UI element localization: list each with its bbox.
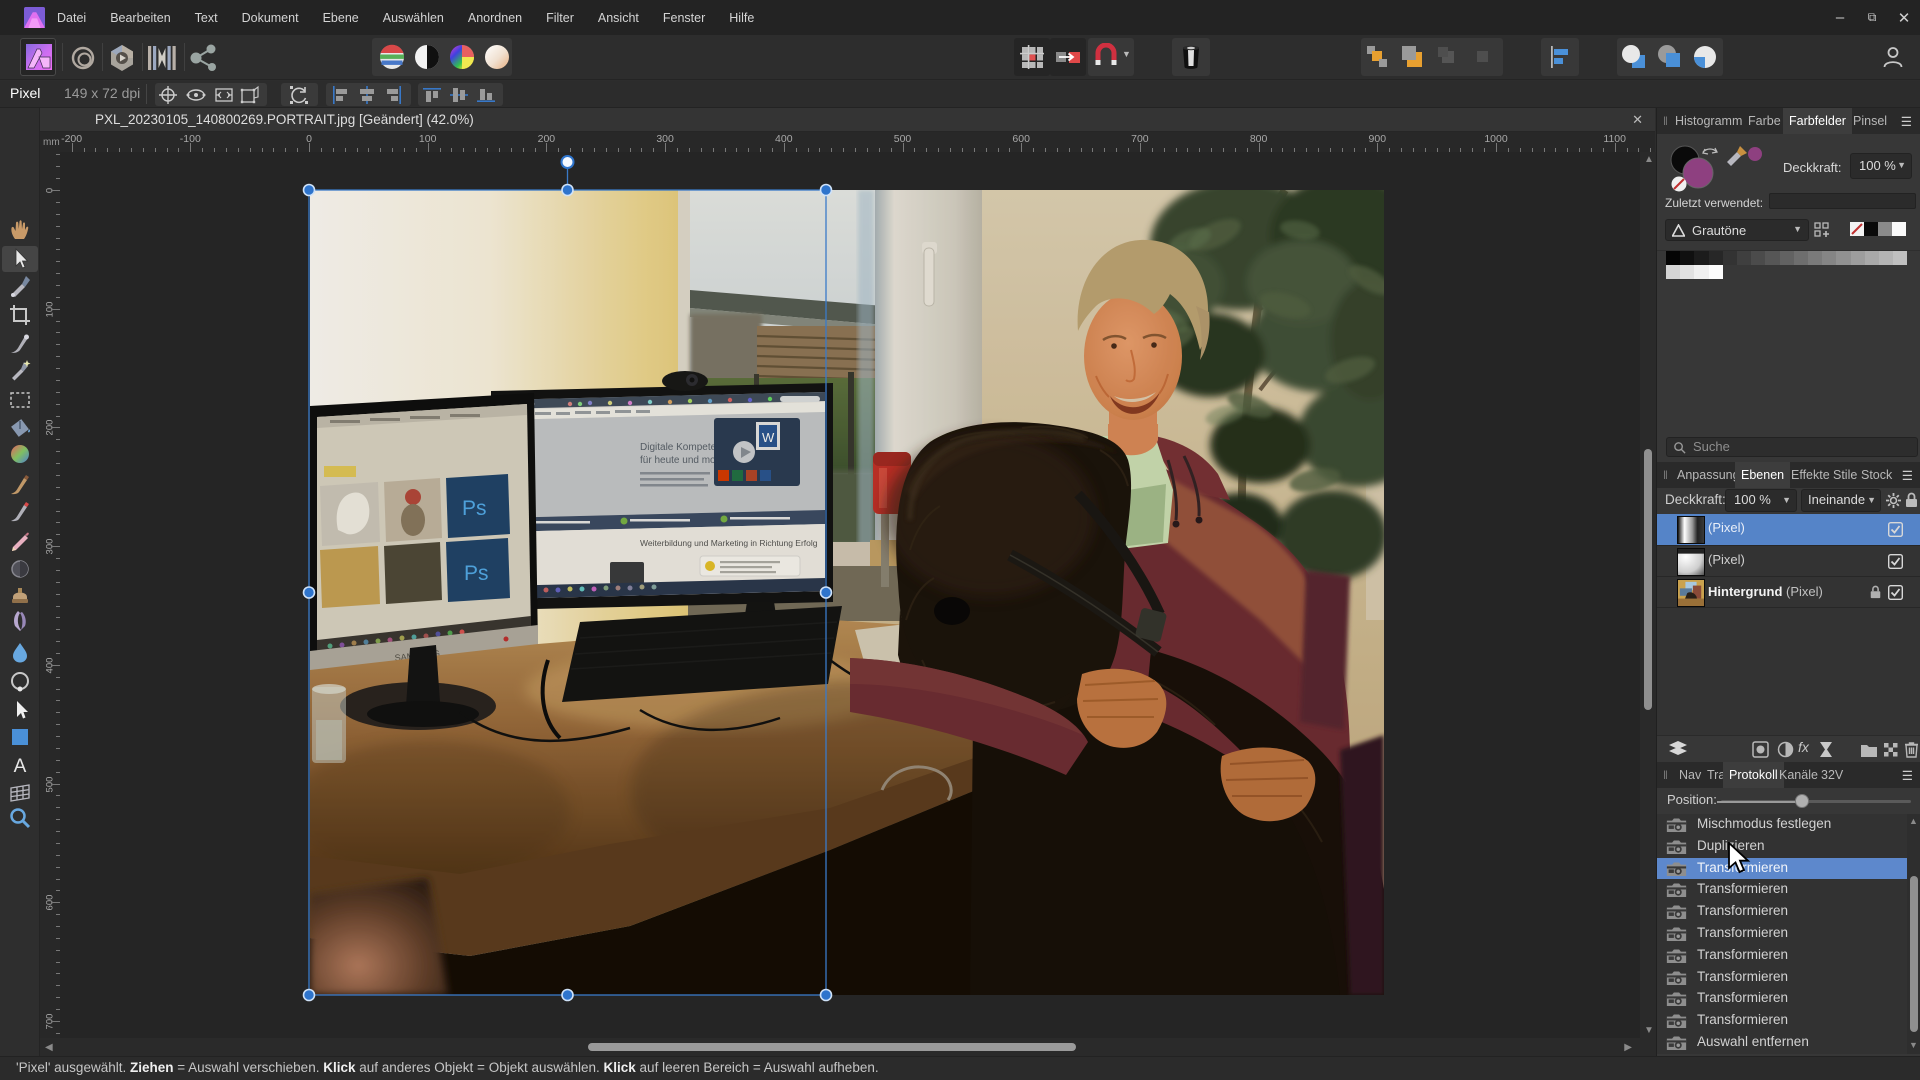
svg-text:A: A: [14, 756, 27, 777]
